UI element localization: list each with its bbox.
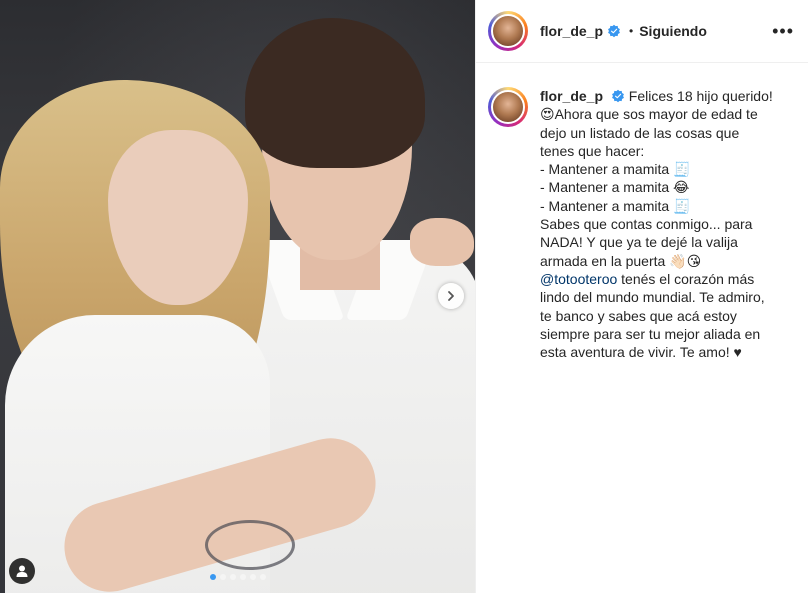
caption-avatar[interactable] (488, 87, 528, 127)
caption-line: NADA! Y que ya te dejé la valija (540, 234, 738, 251)
caption-line: Sabes que contas conmigo... para (540, 216, 753, 233)
header-separator: • (629, 24, 634, 38)
caption-line: dejo un listado de las cosas que (540, 124, 740, 141)
carousel-dot (209, 574, 216, 580)
caption-line: armada en la puerta 👋🏻😘 (540, 252, 702, 269)
post-header: flor_de_p • Siguiendo ••• (476, 0, 808, 63)
caption-username[interactable]: flor_de_p (540, 88, 603, 104)
caption-line: - Mantener a mamita 🧾 (540, 161, 691, 178)
caption: flor_de_p Felices 18 hijo querido! 😍Ahor… (540, 87, 792, 361)
more-options-icon[interactable]: ••• (772, 22, 794, 40)
photo-tattoo (205, 520, 295, 570)
carousel-dot (239, 574, 246, 580)
post-sidebar: flor_de_p • Siguiendo ••• flor_de_p Feli… (475, 0, 808, 593)
carousel-dot (249, 574, 256, 580)
caption-mention-line: @totooteroo tenés el corazón más (540, 270, 792, 288)
avatar-image (491, 14, 525, 48)
verified-badge-icon (611, 89, 624, 103)
header-username[interactable]: flor_de_p (540, 23, 603, 39)
post-photo[interactable] (0, 0, 475, 593)
caption-line: 😍Ahora que sos mayor de edad te (540, 106, 758, 123)
photo-man-hand (410, 218, 474, 266)
carousel-dot (229, 574, 236, 580)
caption-first-line: flor_de_p Felices 18 hijo querido! (540, 87, 792, 105)
caption-comment: flor_de_p Felices 18 hijo querido! 😍Ahor… (476, 63, 808, 361)
caption-line: esta aventura de vivir. Te amo! ♥ (540, 344, 742, 361)
following-button[interactable]: Siguiendo (639, 23, 707, 39)
caption-line: siempre para ser tu mejor aliada en (540, 325, 761, 342)
carousel-next-button[interactable] (438, 283, 464, 309)
carousel-dot (259, 574, 266, 580)
caption-line: te banco y sabes que acá estoy (540, 307, 737, 324)
chevron-right-icon (448, 291, 454, 301)
avatar-image (491, 90, 525, 124)
verified-badge-icon (608, 24, 620, 38)
caption-line: Felices 18 hijo querido! (628, 88, 773, 104)
caption-line: tenés el corazón más (617, 270, 755, 287)
mention-link[interactable]: @totooteroo (540, 271, 617, 287)
tagged-users-button[interactable] (9, 558, 35, 584)
caption-line: - Mantener a mamita 🧾 (540, 197, 691, 214)
instagram-post: flor_de_p • Siguiendo ••• flor_de_p Feli… (0, 0, 808, 593)
carousel-indicator (0, 574, 475, 580)
caption-line: tenes que hacer: (540, 142, 645, 159)
caption-line: - Mantener a mamita 😂 (540, 179, 690, 196)
avatar[interactable] (488, 11, 528, 51)
carousel-dot (219, 574, 226, 580)
caption-line: lindo del mundo mundial. Te admiro, (540, 289, 765, 306)
